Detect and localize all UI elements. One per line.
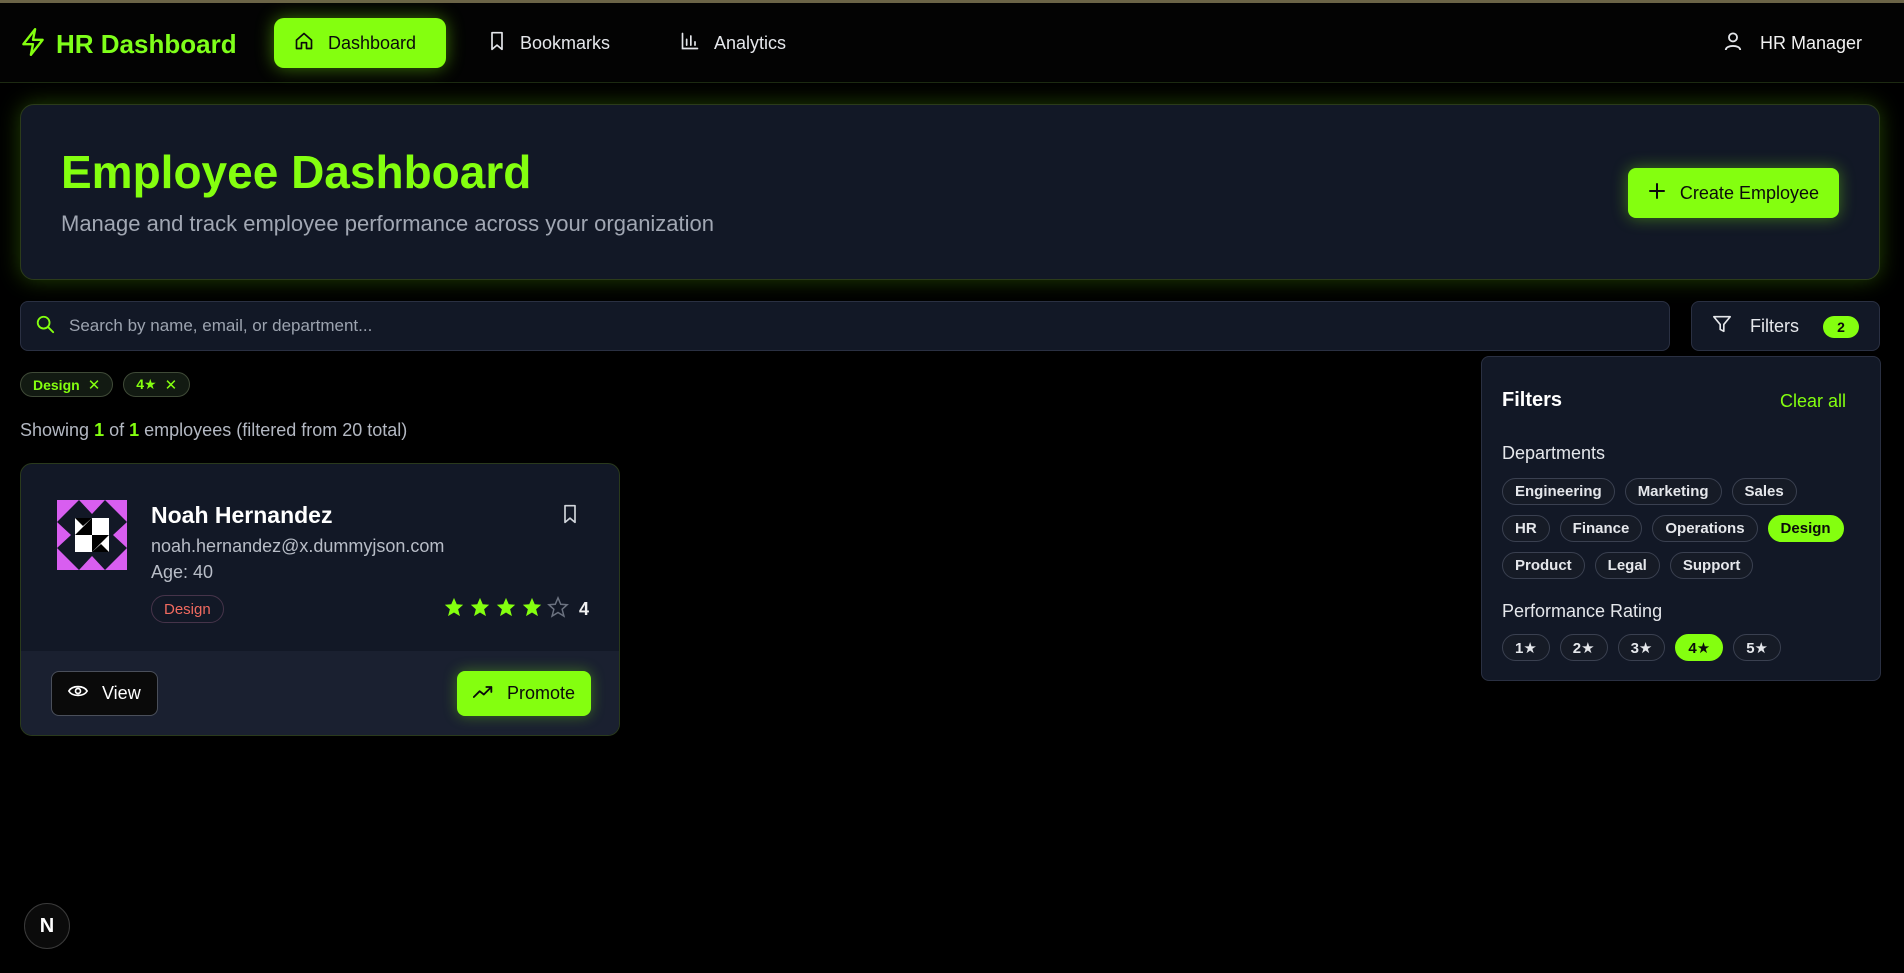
departments-row-2: HR Finance Operations Design [1502,515,1844,542]
summary-shown: 1 [94,420,105,440]
page-subtitle: Manage and track employee performance ac… [61,211,715,236]
rating-tag-2[interactable]: 2★ [1559,634,1608,661]
dept-tag-hr[interactable]: HR [1502,515,1550,542]
dept-tag-product[interactable]: Product [1502,552,1585,579]
home-icon [294,31,314,56]
rating-tag-3[interactable]: 3★ [1617,634,1666,661]
page-title: Employee Dashboard [61,146,532,198]
avatar [57,500,127,570]
dept-tag-operations[interactable]: Operations [1652,515,1758,542]
bar-chart-icon [680,31,700,56]
results-summary: Showing 1 of 1 employees (filtered from … [20,420,407,441]
user-name: HR Manager [1759,32,1862,53]
departments-label: Departments [1502,443,1606,463]
eye-icon [67,683,89,704]
employee-email: noah.hernandez@x.dummyjson.com [151,536,445,556]
bookmark-icon[interactable] [561,504,579,529]
brand-title: HR Dashboard [56,29,237,59]
rating-tag-5[interactable]: 5★ [1733,634,1781,661]
chip-rating[interactable]: 4★ ✕ [123,372,191,397]
promote-button[interactable]: Promote [456,671,591,716]
star-filled-icon [521,596,543,623]
bookmark-icon [488,31,506,56]
view-label: View [102,683,141,703]
search-input[interactable] [69,316,1569,336]
top-navbar: HR Dashboard Dashboard Bookmarks Analyti… [0,3,1904,83]
summary-prefix: Showing [20,420,90,440]
search-bar [20,301,1670,351]
summary-of: of [109,420,125,440]
close-icon[interactable]: ✕ [165,376,178,394]
nav-bookmarks-label: Bookmarks [520,32,611,53]
nav-dashboard-label: Dashboard [328,32,417,53]
chip-label: 4★ [136,376,157,392]
dept-tag-design[interactable]: Design [1767,515,1844,542]
summary-total-shown: 1 [129,420,140,440]
user-menu[interactable]: HR Manager [1724,18,1862,68]
dept-tag-engineering[interactable]: Engineering [1502,478,1615,505]
departments-row-1: Engineering Marketing Sales [1502,478,1797,505]
filter-panel: Filters Clear all Departments Engineerin… [1481,356,1881,681]
employee-name: Noah Hernandez [151,502,333,528]
dev-tools-badge[interactable]: N [24,903,70,949]
nav-bookmarks[interactable]: Bookmarks [468,18,630,68]
star-filled-icon [443,596,465,623]
dept-tag-legal[interactable]: Legal [1594,552,1660,579]
star-filled-icon [469,596,491,623]
dept-tag-marketing[interactable]: Marketing [1624,478,1722,505]
star-rating: 4 [443,595,589,623]
view-button[interactable]: View [51,671,158,716]
employee-age: Age: 40 [151,562,214,582]
card-actions: View Promote [21,651,619,735]
user-icon [1724,31,1742,56]
rating-row: 1★ 2★ 3★ 4★ 5★ [1502,634,1781,661]
nav-analytics-label: Analytics [714,32,787,53]
filter-count-badge: 2 [1823,316,1859,338]
filter-panel-title: Filters [1502,389,1563,411]
active-filter-chips: Design ✕ 4★ ✕ [20,372,191,397]
lightning-icon [20,27,46,62]
nav-dashboard[interactable]: Dashboard [274,18,446,68]
chip-label: Design [33,376,80,393]
nav-analytics[interactable]: Analytics [660,18,806,68]
filters-button[interactable]: Filters 2 [1691,301,1880,351]
departments-row-3: Product Legal Support [1502,552,1754,579]
brand-logo[interactable]: HR Dashboard [20,27,237,62]
employee-card: Noah Hernandez noah.hernandez@x.dummyjso… [20,463,620,736]
funnel-icon [1712,314,1732,339]
plus-icon [1648,182,1666,205]
dashboard-header: Employee Dashboard Manage and track empl… [20,104,1880,280]
dept-tag-finance[interactable]: Finance [1559,515,1643,542]
dept-tag-support[interactable]: Support [1669,552,1754,579]
promote-label: Promote [506,683,575,703]
create-employee-label: Create Employee [1679,182,1819,203]
clear-all-button[interactable]: Clear all [1780,391,1846,412]
chip-design[interactable]: Design ✕ [20,372,114,397]
summary-suffix: employees (filtered from 20 total) [144,420,408,440]
dept-tag-sales[interactable]: Sales [1731,478,1797,505]
filters-label: Filters [1750,315,1799,336]
performance-rating-label: Performance Rating [1502,601,1663,621]
rating-tag-4[interactable]: 4★ [1675,634,1724,661]
rating-value: 4 [578,599,589,619]
rating-tag-1[interactable]: 1★ [1502,634,1550,661]
star-empty-icon [547,595,569,623]
create-employee-button[interactable]: Create Employee [1627,168,1839,218]
star-filled-icon [495,596,517,623]
search-icon [35,314,55,339]
close-icon[interactable]: ✕ [88,376,101,394]
trending-up-icon [472,683,493,704]
department-badge: Design [151,595,224,623]
